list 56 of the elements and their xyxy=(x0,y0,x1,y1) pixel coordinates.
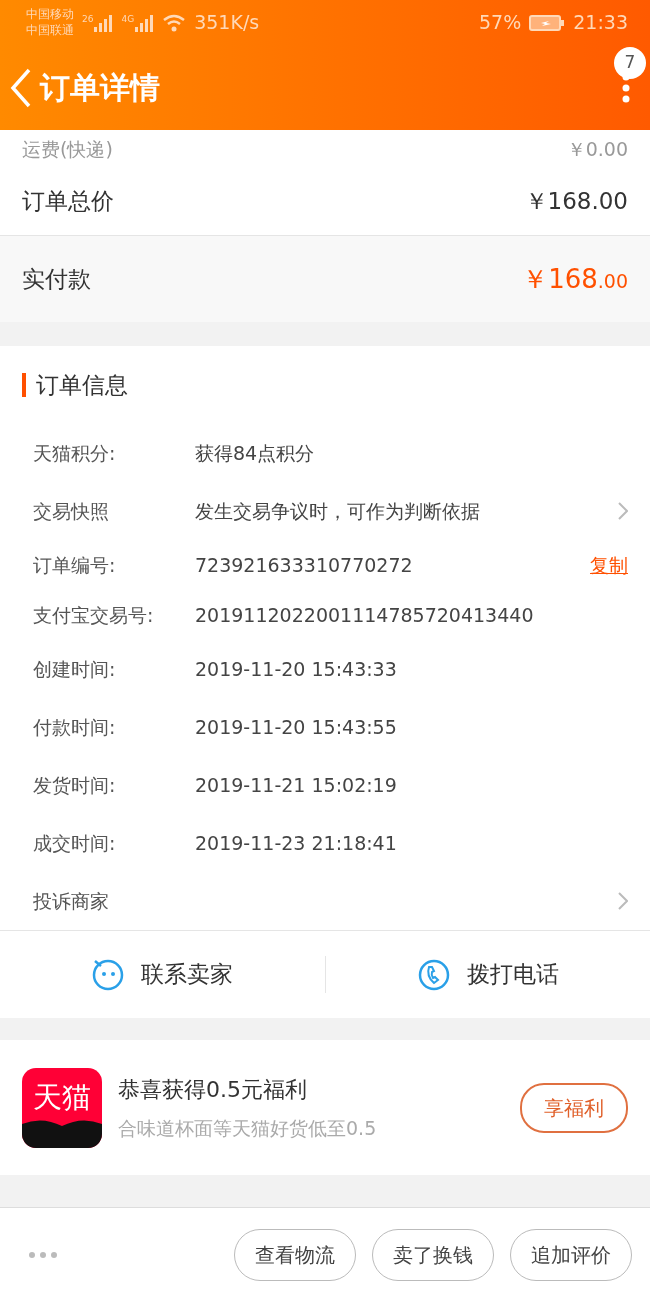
info-label: 成交时间: xyxy=(33,830,117,856)
paid-label: 实付款 xyxy=(22,264,91,294)
info-value: 2019-11-21 15:02:19 xyxy=(195,772,397,798)
battery-percent: 57% xyxy=(479,10,522,36)
signal-icon xyxy=(93,12,114,33)
back-button[interactable] xyxy=(10,67,32,108)
info-label: 发货时间: xyxy=(33,772,117,798)
claim-button[interactable]: 享福利 xyxy=(520,1082,628,1133)
page-title: 订单详情 xyxy=(40,69,160,107)
info-value: 2019-11-20 15:43:33 xyxy=(195,656,397,682)
info-value: 2019-11-23 21:18:41 xyxy=(195,830,397,856)
info-label: 创建时间: xyxy=(33,656,117,682)
app-logo: 天猫 xyxy=(22,1067,102,1148)
paid-amount: ￥168.00 xyxy=(522,262,628,296)
action-button[interactable]: 追加评价 xyxy=(510,1229,632,1281)
action-button[interactable]: 卖了换钱 xyxy=(372,1229,494,1281)
info-link-row[interactable]: 交易快照 发生交易争议时，可作为判断依据 xyxy=(0,482,650,540)
promo-title: 恭喜获得0.5元福利 xyxy=(118,1075,308,1104)
info-label: 支付宝交易号: xyxy=(33,602,155,628)
clock: 21:33 xyxy=(573,10,628,36)
network-label: 26 xyxy=(82,12,94,26)
carrier-label: 中国联通 xyxy=(26,22,74,39)
info-label: 投诉商家 xyxy=(33,888,110,914)
fee-label: 订单总价 xyxy=(22,187,114,217)
fee-value: ￥0.00 xyxy=(566,136,628,162)
chevron-right-icon xyxy=(618,892,628,910)
fee-value: ￥168.00 xyxy=(524,187,628,217)
info-value: 2019-11-20 15:43:55 xyxy=(195,714,397,740)
action-button[interactable]: 查看物流 xyxy=(234,1229,356,1281)
info-value: 获得84点积分 xyxy=(195,440,315,466)
promo-subtitle: 合味道杯面等天猫好货低至0.5 xyxy=(118,1115,378,1141)
info-value: 723921633310770272 xyxy=(195,552,413,578)
fee-label: 运费(快递) xyxy=(22,136,113,162)
info-label: 天猫积分: xyxy=(33,440,117,466)
network-speed: 351K/s xyxy=(194,10,260,36)
back-icon xyxy=(10,67,32,108)
chevron-right-icon xyxy=(618,502,628,520)
wifi-icon xyxy=(162,12,187,33)
carrier-label: 中国移动 xyxy=(26,6,74,23)
more-button[interactable] xyxy=(28,1251,58,1259)
more-icon xyxy=(28,1251,58,1259)
info-label: 订单编号: xyxy=(33,552,117,578)
chat-icon xyxy=(91,957,126,992)
info-label: 付款时间: xyxy=(33,714,117,740)
info-value: 2019112022001114785720413440 xyxy=(195,602,534,628)
info-link-row[interactable]: 投诉商家 xyxy=(0,872,650,930)
battery-icon xyxy=(529,13,566,32)
section-title: 订单信息 xyxy=(36,370,128,400)
notification-badge: 7 xyxy=(614,46,646,79)
signal-icon xyxy=(134,12,155,33)
info-value: 发生交易争议时，可作为判断依据 xyxy=(195,498,480,524)
contact-button[interactable]: 拨打电话 xyxy=(324,956,650,993)
network-label: 4G xyxy=(121,12,135,26)
phone-icon xyxy=(416,957,451,992)
contact-button[interactable]: 联系卖家 xyxy=(0,956,325,993)
info-label: 交易快照 xyxy=(33,498,110,524)
